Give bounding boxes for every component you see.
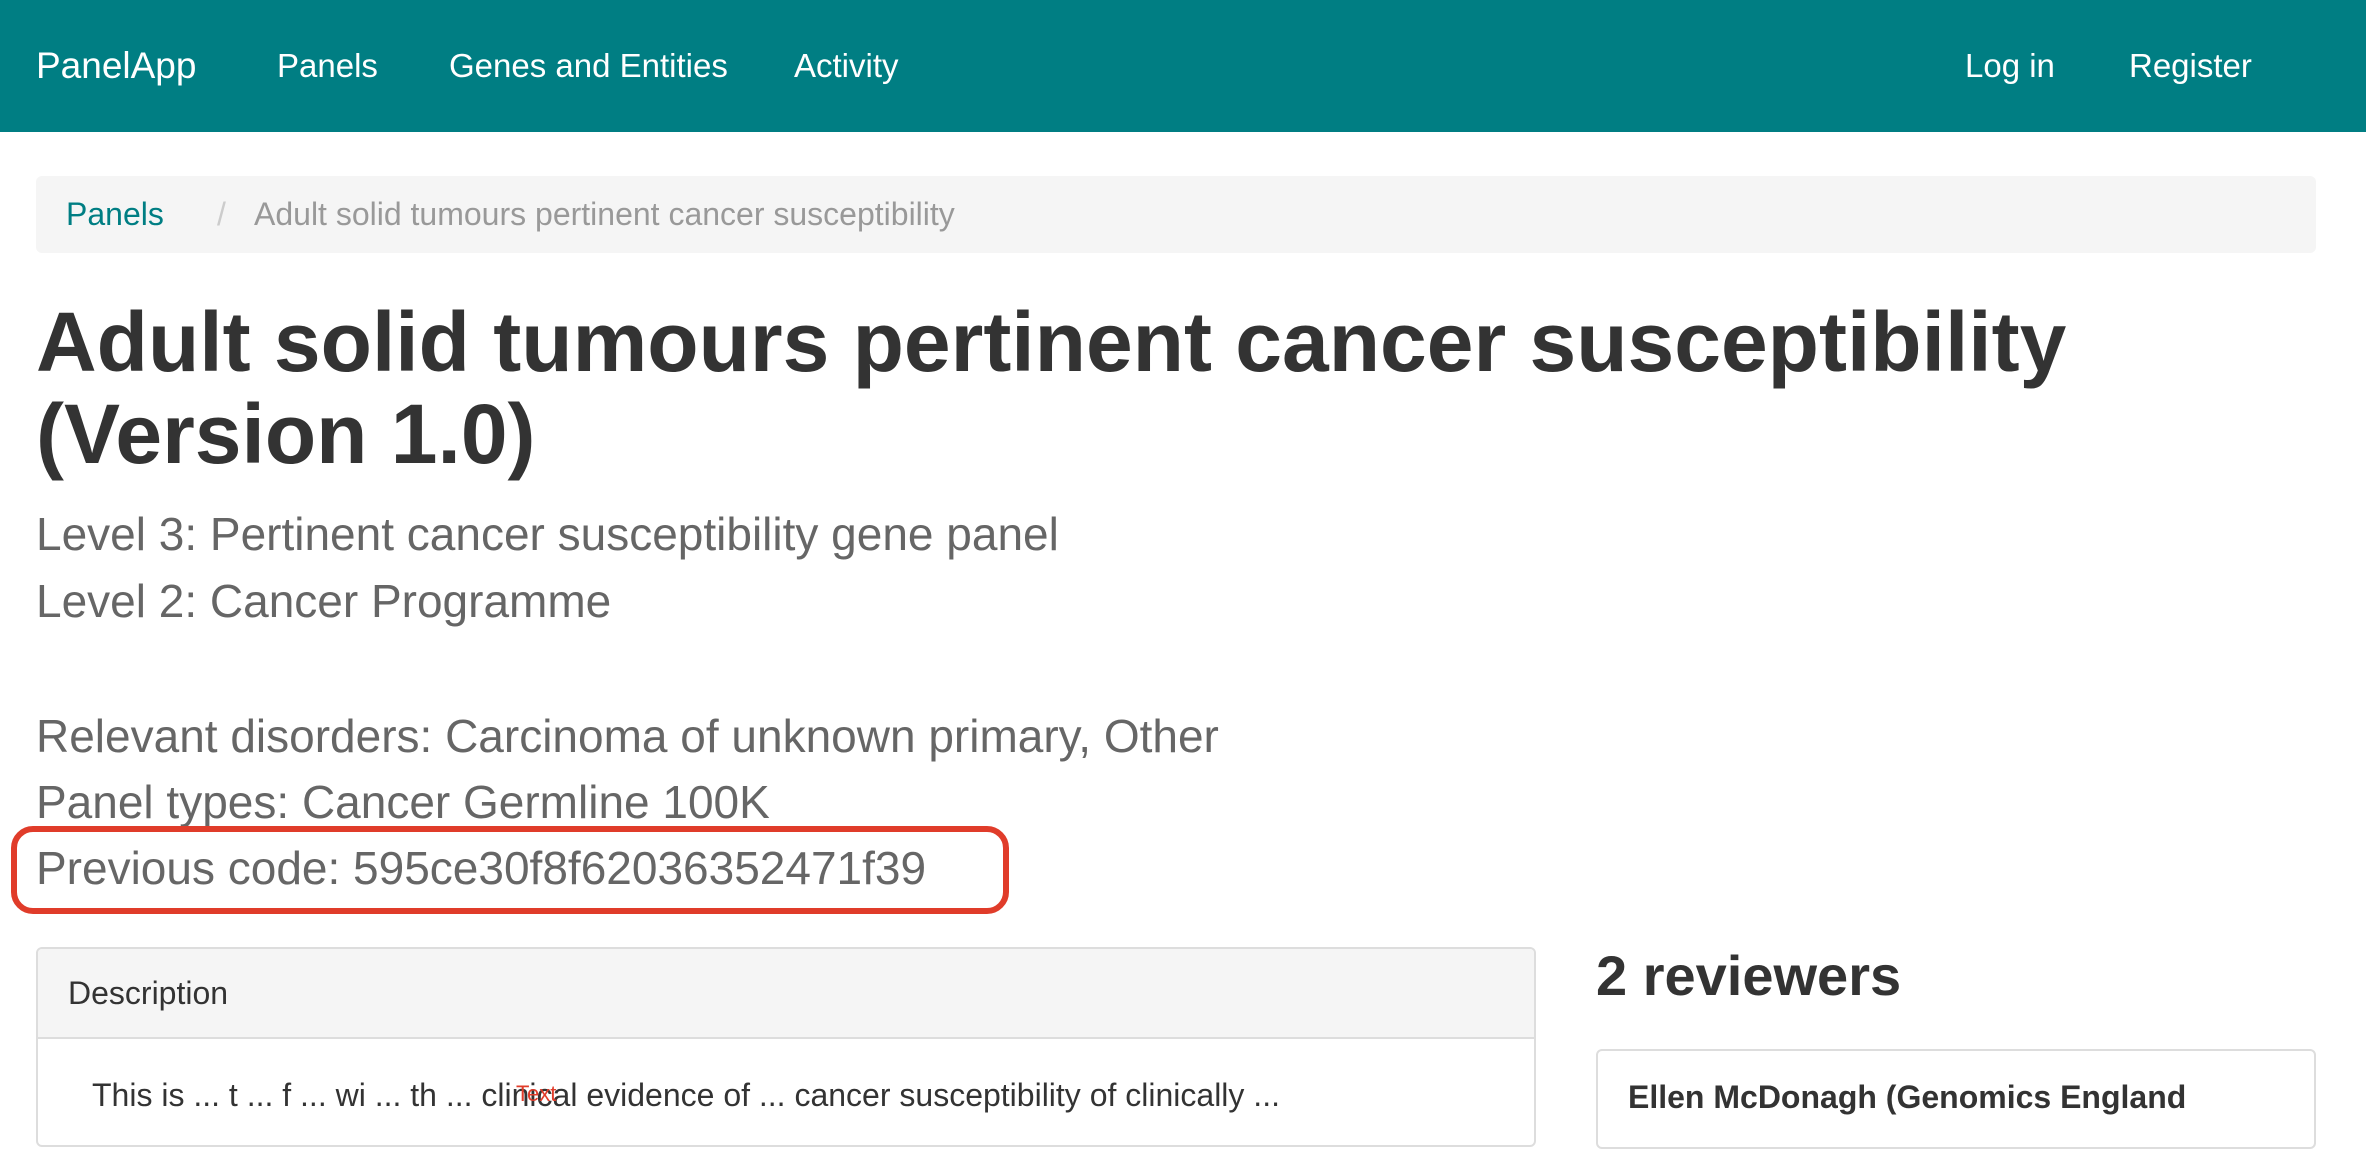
page-title: Adult solid tumours pertinent cancer sus… xyxy=(36,295,2067,481)
reviewer-name: Ellen McDonagh (Genomics England xyxy=(1628,1079,2187,1115)
panel-level2: Level 2: Cancer Programme xyxy=(36,575,612,627)
register-link[interactable]: Register xyxy=(2129,0,2252,132)
breadcrumb-current: Adult solid tumours pertinent cancer sus… xyxy=(254,196,955,232)
nav-activity-link[interactable]: Activity xyxy=(794,0,899,132)
description-panel: Description This is ... t ... f ... wi .… xyxy=(36,947,1536,1147)
top-navbar: PanelApp Panels Genes and Entities Activ… xyxy=(0,0,2366,132)
breadcrumb-panels-link[interactable]: Panels xyxy=(66,176,164,253)
panel-level3: Level 3: Pertinent cancer susceptibility… xyxy=(36,508,1059,560)
previous-code-highlight xyxy=(11,826,1009,914)
login-link[interactable]: Log in xyxy=(1965,0,2055,132)
nav-panels-link[interactable]: Panels xyxy=(277,0,378,132)
nav-genes-entities-link[interactable]: Genes and Entities xyxy=(449,0,728,132)
text-annotation: Text xyxy=(516,1081,557,1106)
breadcrumb-separator: / xyxy=(217,196,226,232)
brand-link[interactable]: PanelApp xyxy=(36,0,196,132)
breadcrumb: Panels / Adult solid tumours pertinent c… xyxy=(36,176,2316,253)
reviewer-card: Ellen McDonagh (Genomics England xyxy=(1596,1049,2316,1149)
description-body: This is ... t ... f ... wi ... th ... cl… xyxy=(92,1077,1280,1113)
description-heading: Description xyxy=(38,949,1534,1039)
relevant-disorders: Relevant disorders: Carcinoma of unknown… xyxy=(36,710,1219,762)
reviewers-heading: 2 reviewers xyxy=(1596,944,1902,1007)
